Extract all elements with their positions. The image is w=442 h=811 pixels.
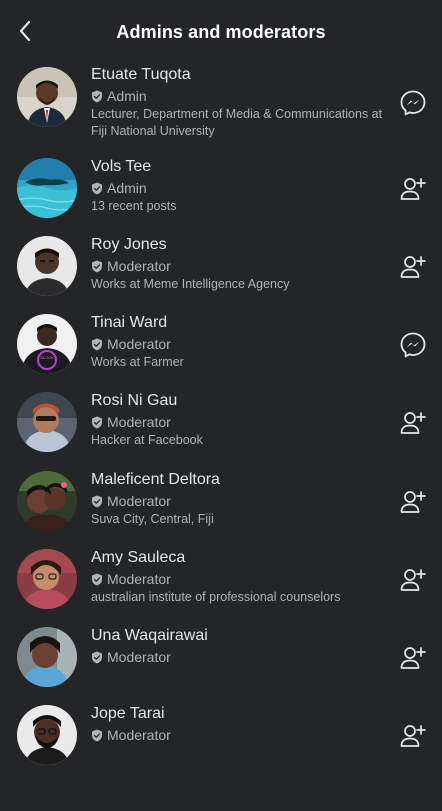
member-detail: Works at Farmer: [91, 355, 184, 369]
member-name[interactable]: Tinai Ward: [91, 313, 390, 333]
messenger-icon: [400, 332, 426, 358]
member-info: Tinai Ward Moderator Works at Farmer: [91, 313, 390, 371]
add-friend-icon: [400, 725, 426, 747]
member-role-label: Moderator: [107, 258, 171, 274]
member-detail: Lecturer, Department of Media & Communic…: [91, 107, 383, 138]
avatar[interactable]: [17, 549, 77, 609]
member-role-label: Moderator: [107, 414, 171, 430]
avatar[interactable]: [17, 627, 77, 687]
shield-icon: [92, 651, 102, 663]
member-role: Moderator: [91, 726, 390, 744]
member-role: Admin: [91, 87, 390, 105]
member-info: Una Waqairawai Moderator: [91, 626, 390, 666]
add-friend-button[interactable]: [398, 408, 428, 438]
member-name[interactable]: Amy Sauleca: [91, 548, 390, 568]
add-friend-icon: [400, 256, 426, 278]
member-role: Moderator: [91, 413, 390, 431]
member-role: Moderator: [91, 492, 390, 510]
add-friend-icon: [400, 491, 426, 513]
member-name[interactable]: Rosi Ni Gau: [91, 391, 390, 411]
add-friend-icon: [400, 412, 426, 434]
add-friend-button[interactable]: [398, 643, 428, 673]
message-button[interactable]: [398, 330, 428, 360]
member-detail: australian institute of professional cou…: [91, 590, 341, 604]
member-detail: 13 recent posts: [91, 199, 177, 213]
shield-icon: [92, 182, 102, 194]
member-role-label: Moderator: [107, 493, 171, 509]
avatar[interactable]: BLOCK: [17, 314, 77, 374]
member-role-label: Moderator: [107, 336, 171, 352]
member-name[interactable]: Una Waqairawai: [91, 626, 390, 646]
shield-icon: [92, 260, 102, 272]
member-name[interactable]: Maleficent Deltora: [91, 470, 390, 490]
member-name[interactable]: Roy Jones: [91, 235, 390, 255]
member-role: Admin: [91, 179, 390, 197]
member-info: Maleficent Deltora Moderator Suva City, Ce…: [91, 470, 390, 528]
add-friend-button[interactable]: [398, 252, 428, 282]
member-role: Moderator: [91, 648, 390, 666]
shield-icon: [92, 338, 102, 350]
shield-icon: [92, 90, 102, 102]
avatar[interactable]: [17, 471, 77, 531]
shield-icon: [92, 416, 102, 428]
add-friend-button[interactable]: [398, 565, 428, 595]
add-friend-button[interactable]: [398, 721, 428, 751]
add-friend-icon: [400, 647, 426, 669]
member-name[interactable]: Vols Tee: [91, 157, 390, 177]
member-role: Moderator: [91, 257, 390, 275]
shield-icon: [92, 729, 102, 741]
member-list: Etuate Tuqota Admin Lecturer, Department o…: [0, 0, 442, 811]
member-role-label: Moderator: [107, 571, 171, 587]
avatar[interactable]: [17, 705, 77, 765]
member-detail: Suva City, Central, Fiji: [91, 512, 214, 526]
member-name[interactable]: Etuate Tuqota: [91, 65, 390, 85]
shield-icon: [92, 495, 102, 507]
member-info: Etuate Tuqota Admin Lecturer, Department o…: [91, 65, 390, 140]
member-role-label: Moderator: [107, 649, 171, 665]
add-friend-icon: [400, 569, 426, 591]
add-friend-icon: [400, 178, 426, 200]
member-info: Amy Sauleca Moderator australian institute…: [91, 548, 390, 606]
member-detail: Hacker at Facebook: [91, 433, 203, 447]
add-friend-button[interactable]: [398, 174, 428, 204]
member-role: Moderator: [91, 570, 390, 588]
member-info: Rosi Ni Gau Moderator Hacker at Facebook: [91, 391, 390, 449]
avatar[interactable]: [17, 236, 77, 296]
svg-text:BLOCK: BLOCK: [40, 355, 54, 360]
member-info: Vols Tee Admin 13 recent posts: [91, 157, 390, 215]
member-detail: Works at Meme Intelligence Agency: [91, 277, 290, 291]
member-role-label: Admin: [107, 180, 147, 196]
shield-icon: [92, 573, 102, 585]
avatar[interactable]: [17, 392, 77, 452]
member-info: Jope Tarai Moderator: [91, 704, 390, 744]
message-button[interactable]: [398, 88, 428, 118]
avatar[interactable]: [17, 67, 77, 127]
member-role-label: Admin: [107, 88, 147, 104]
member-role-label: Moderator: [107, 727, 171, 743]
member-info: Roy Jones Moderator Works at Meme Intellig…: [91, 235, 390, 293]
add-friend-button[interactable]: [398, 487, 428, 517]
messenger-icon: [400, 90, 426, 116]
member-name[interactable]: Jope Tarai: [91, 704, 390, 724]
admins-moderators-screen: Admins and moderators Etuate Tuqota Admin…: [0, 0, 442, 811]
member-role: Moderator: [91, 335, 390, 353]
avatar[interactable]: [17, 158, 77, 218]
